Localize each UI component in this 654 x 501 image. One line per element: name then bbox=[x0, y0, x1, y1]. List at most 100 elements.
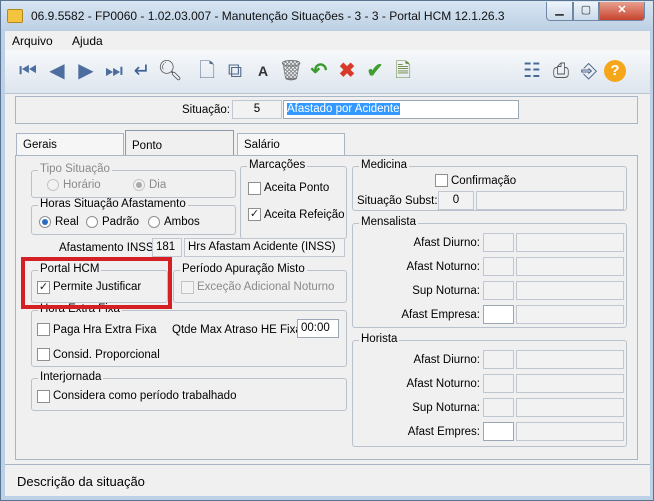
help-icon[interactable]: ? bbox=[603, 59, 627, 83]
horista-sup-noturna-code-field[interactable] bbox=[483, 398, 514, 417]
horista-afast-empres-label: Afast Empres: bbox=[407, 426, 480, 438]
excecao-adicional-label: Exceção Adicional Noturno bbox=[197, 281, 335, 293]
menu-bar: Arquivo Ajuda bbox=[5, 31, 650, 50]
goto-icon[interactable]: ↵ bbox=[130, 59, 154, 83]
aceita-refeicao-label: Aceita Refeição bbox=[264, 209, 345, 221]
horista-afast-noturno-description-field bbox=[516, 374, 624, 393]
mensalista-afast-diurno-code-field[interactable] bbox=[483, 233, 514, 252]
consid-proporcional-checkbox[interactable] bbox=[37, 348, 50, 361]
horista-group: Horista Afast Diurno: Afast Noturno: Sup… bbox=[352, 333, 627, 447]
horario-radio[interactable] bbox=[47, 179, 59, 191]
mensalista-sup-noturna-description-field bbox=[516, 281, 624, 300]
horario-label: Horário bbox=[63, 179, 101, 191]
afastamento-inss-label: Afastamento INSS: bbox=[59, 242, 157, 254]
minimize-button[interactable]: ▁ bbox=[546, 2, 573, 21]
cancel-icon[interactable]: ✖ bbox=[335, 59, 359, 83]
aceita-refeicao-checkbox[interactable]: ✓ bbox=[248, 208, 261, 221]
search-icon[interactable]: 🔍︎ bbox=[157, 59, 182, 83]
highlight-box bbox=[21, 257, 172, 309]
undo-icon[interactable]: ↶ bbox=[307, 59, 331, 83]
hora-extra-group: Hora Extra Fixa Paga Hra Extra Fixa Qtde… bbox=[31, 303, 347, 367]
horas-afastamento-group: Horas Situação Afastamento Real Padrão A… bbox=[31, 198, 236, 235]
periodo-apuracao-title: Período Apuração Misto bbox=[180, 263, 307, 275]
next-record-icon[interactable]: ▶ bbox=[74, 59, 98, 83]
ambos-radio[interactable] bbox=[148, 216, 160, 228]
consid-proporcional-label: Consid. Proporcional bbox=[53, 349, 160, 361]
considera-periodo-checkbox[interactable] bbox=[37, 390, 50, 403]
paga-hra-extra-label: Paga Hra Extra Fixa bbox=[53, 324, 157, 336]
app-window: 06.9.5582 - FP0060 - 1.02.03.007 - Manut… bbox=[0, 0, 654, 501]
medicina-group: Medicina Confirmação Situação Subst: 0 bbox=[352, 159, 627, 211]
real-label: Real bbox=[55, 216, 79, 228]
afastamento-inss-description-field: Hrs Afastam Acidente (INSS) bbox=[184, 238, 345, 257]
first-record-icon[interactable]: ⏮ bbox=[16, 59, 40, 83]
tree-icon[interactable]: ☷ bbox=[520, 59, 544, 83]
real-radio[interactable] bbox=[39, 216, 51, 228]
excecao-adicional-checkbox[interactable] bbox=[181, 281, 194, 294]
mensalista-title: Mensalista bbox=[359, 216, 418, 228]
horista-afast-diurno-code-field[interactable] bbox=[483, 350, 514, 369]
tab-salario[interactable]: Salário bbox=[237, 133, 345, 155]
padrao-radio[interactable] bbox=[86, 216, 98, 228]
mensalista-afast-empresa-description-field bbox=[516, 305, 624, 324]
horista-afast-empres-description-field bbox=[516, 422, 624, 441]
dia-radio[interactable] bbox=[133, 179, 145, 191]
ambos-label: Ambos bbox=[164, 216, 200, 228]
paga-hra-extra-checkbox[interactable] bbox=[37, 323, 50, 336]
mensalista-sup-noturna-code-field[interactable] bbox=[483, 281, 514, 300]
aceita-ponto-checkbox[interactable] bbox=[248, 182, 261, 195]
mensalista-afast-diurno-description-field bbox=[516, 233, 624, 252]
interjornada-title: Interjornada bbox=[38, 371, 104, 383]
delete-icon[interactable]: 🗑 bbox=[278, 59, 303, 83]
qtde-max-atraso-field[interactable]: 00:00 bbox=[297, 319, 339, 338]
considera-periodo-label: Considera como período trabalhado bbox=[53, 390, 237, 402]
new-record-icon[interactable]: 🗋 bbox=[195, 59, 219, 83]
status-bar: Descrição da situação bbox=[5, 464, 650, 496]
horista-afast-noturno-label: Afast Noturno: bbox=[406, 378, 480, 390]
app-icon bbox=[7, 9, 23, 23]
tab-gerais[interactable]: Gerais bbox=[16, 133, 124, 155]
mensalista-sup-noturna-label: Sup Noturna: bbox=[412, 285, 480, 297]
situacao-subst-description-field bbox=[476, 191, 624, 210]
marcacoes-title: Marcações bbox=[247, 159, 308, 171]
maximize-button[interactable]: ▢ bbox=[573, 2, 599, 21]
confirmacao-checkbox[interactable] bbox=[435, 174, 448, 187]
copy-icon[interactable]: ⧉ bbox=[223, 59, 247, 83]
horista-afast-noturno-code-field[interactable] bbox=[483, 374, 514, 393]
mensalista-afast-empresa-code-field[interactable] bbox=[483, 305, 514, 324]
afastamento-inss-code-field[interactable]: 181 bbox=[152, 238, 182, 257]
horista-sup-noturna-label: Sup Noturna: bbox=[412, 402, 480, 414]
horista-afast-diurno-label: Afast Diurno: bbox=[413, 354, 480, 366]
horista-afast-empres-code-field[interactable] bbox=[483, 422, 514, 441]
menu-ajuda[interactable]: Ajuda bbox=[72, 34, 103, 48]
situacao-description-field[interactable]: Afastado por Acidente bbox=[283, 100, 519, 119]
exit-icon[interactable]: ⎆ bbox=[577, 59, 601, 83]
aceita-ponto-label: Aceita Ponto bbox=[264, 182, 330, 194]
save-icon[interactable]: ✔ bbox=[363, 59, 387, 83]
tipo-situacao-title: Tipo Situação bbox=[38, 163, 112, 175]
marcacoes-group: Marcações Aceita Ponto ✓ Aceita Refeição bbox=[240, 159, 347, 239]
padrao-label: Padrão bbox=[102, 216, 140, 228]
tab-ponto[interactable]: Ponto bbox=[125, 130, 234, 156]
confirmacao-label: Confirmação bbox=[451, 175, 517, 187]
mensalista-afast-diurno-label: Afast Diurno: bbox=[413, 237, 480, 249]
window-title: 06.9.5582 - FP0060 - 1.02.03.007 - Manut… bbox=[31, 9, 505, 23]
close-button[interactable]: ✕ bbox=[599, 2, 645, 21]
last-record-icon[interactable]: ⏭ bbox=[102, 59, 126, 83]
status-text: Descrição da situação bbox=[17, 474, 145, 489]
horista-afast-diurno-description-field bbox=[516, 350, 624, 369]
mensalista-group: Mensalista Afast Diurno: Afast Noturno: … bbox=[352, 216, 627, 328]
mensalista-afast-noturno-code-field[interactable] bbox=[483, 257, 514, 276]
edit-text-icon[interactable]: A bbox=[251, 59, 275, 83]
previous-record-icon[interactable]: ◀ bbox=[45, 59, 69, 83]
menu-arquivo[interactable]: Arquivo bbox=[12, 34, 53, 48]
document-icon[interactable]: 🗎 bbox=[391, 59, 415, 83]
horista-sup-noturna-description-field bbox=[516, 398, 624, 417]
situacao-subst-code-field[interactable]: 0 bbox=[438, 191, 474, 210]
situacao-subst-label: Situação Subst: bbox=[357, 195, 438, 207]
situacao-code-field[interactable]: 5 bbox=[232, 100, 282, 119]
tipo-situacao-group: Tipo Situação Horário Dia bbox=[31, 163, 236, 198]
print-icon[interactable]: ⎙ bbox=[549, 59, 573, 83]
title-bar: 06.9.5582 - FP0060 - 1.02.03.007 - Manut… bbox=[1, 1, 653, 31]
periodo-apuracao-group: Período Apuração Misto Exceção Adicional… bbox=[173, 263, 347, 303]
